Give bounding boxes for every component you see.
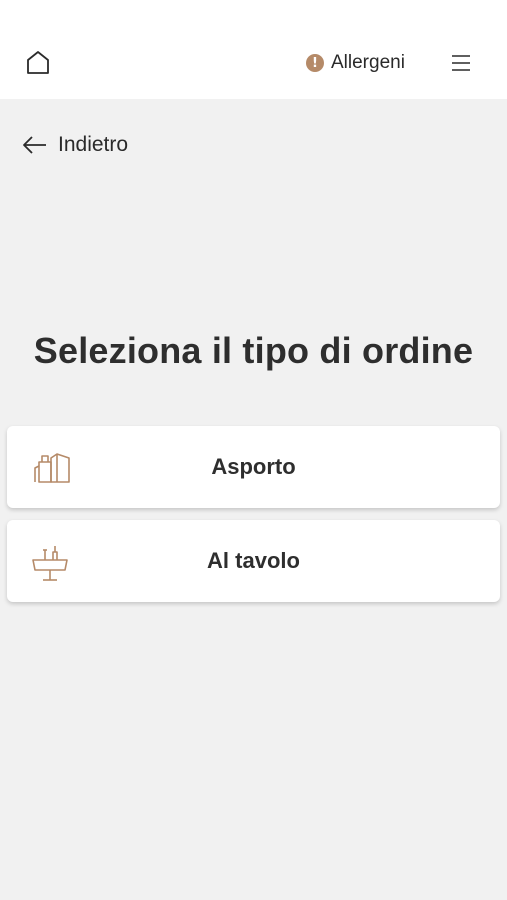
page-title: Seleziona il tipo di ordine — [33, 330, 474, 371]
back-button[interactable]: Indietro — [22, 128, 128, 162]
home-button[interactable] — [22, 46, 54, 78]
allergens-link[interactable]: ! Allergeni — [306, 48, 405, 78]
option-label: Asporto — [211, 454, 296, 479]
top-header: ! Allergeni — [0, 0, 507, 99]
alert-circle-icon: ! — [306, 54, 324, 72]
arrow-left-icon — [23, 136, 46, 154]
menu-button[interactable] — [446, 48, 476, 78]
back-label: Indietro — [58, 133, 129, 156]
order-option-takeaway[interactable]: Asporto — [7, 426, 500, 508]
hamburger-menu-icon — [452, 55, 470, 71]
home-icon — [27, 51, 49, 74]
allergens-label: Allergeni — [331, 52, 405, 73]
option-label: Al tavolo — [207, 548, 300, 573]
order-option-table[interactable]: Al tavolo — [7, 520, 500, 602]
